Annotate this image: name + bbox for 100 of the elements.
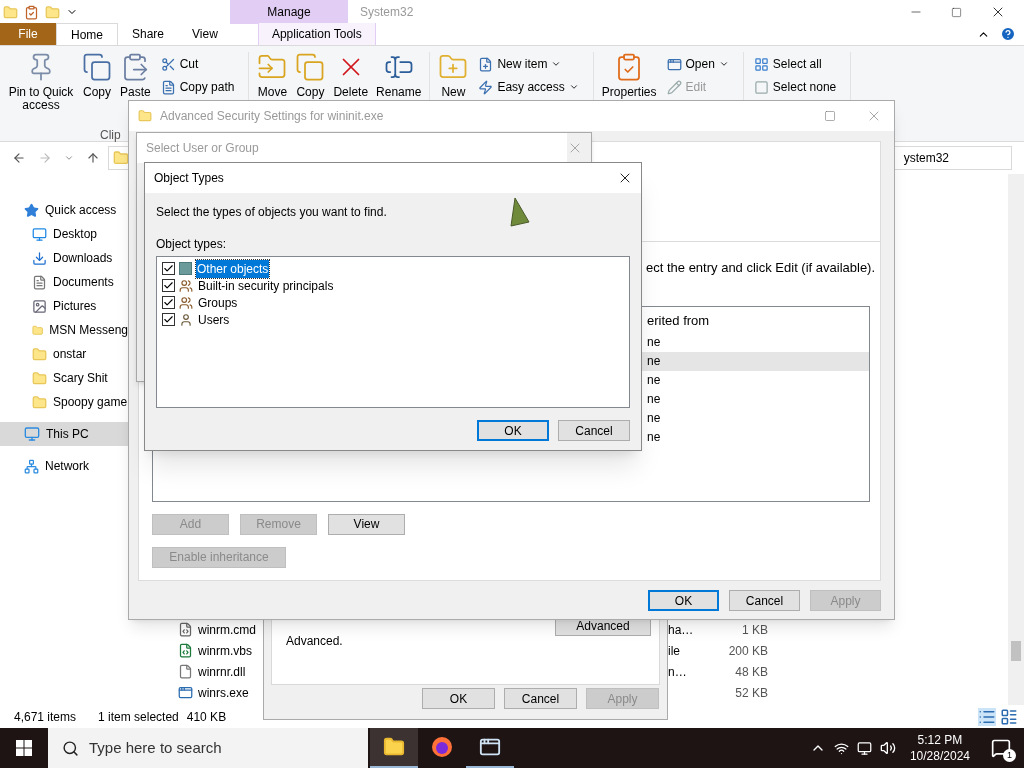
sidebar-item[interactable]: Spoopy game — [0, 390, 128, 414]
restore-icon[interactable] — [951, 6, 962, 18]
column-header: erited from — [647, 311, 710, 330]
sidebar-item[interactable]: Quick access — [0, 198, 128, 222]
help-icon[interactable] — [1000, 26, 1016, 42]
ribbon-button[interactable]: Easy access — [478, 77, 579, 97]
ribbon-button[interactable]: Paste — [118, 52, 153, 99]
ribbon-tab[interactable]: File — [0, 23, 56, 45]
list-label: Object types: — [155, 236, 228, 253]
file-type: n… — [668, 664, 687, 679]
clock[interactable]: 5:12 PM 10/28/2024 — [903, 732, 976, 764]
file-size: 1 KB — [742, 621, 768, 639]
sidebar-item[interactable]: MSN Messeng — [0, 318, 128, 342]
lightning-icon — [478, 79, 494, 95]
back-icon[interactable] — [12, 151, 26, 165]
windows-logo-icon[interactable] — [16, 740, 32, 756]
item-label: Users — [197, 311, 231, 329]
file-name[interactable]: winrnr.dll — [198, 662, 246, 681]
group-label: Clip — [100, 127, 121, 144]
search-field[interactable]: Type here to search — [48, 728, 368, 768]
monitor-icon[interactable] — [856, 740, 872, 756]
ribbon-tab[interactable]: View — [178, 23, 232, 45]
sidebar-item[interactable]: This PC — [0, 422, 128, 446]
ribbon-button[interactable]: Delete — [331, 52, 371, 99]
notification-count: 1 — [1003, 749, 1016, 762]
pencil-icon — [666, 79, 682, 95]
dialog-button[interactable]: OK — [477, 420, 549, 441]
network-icon[interactable] — [833, 740, 849, 756]
caret-icon — [568, 82, 579, 92]
folder-icon — [113, 150, 129, 166]
details-view-icon[interactable] — [978, 707, 996, 726]
taskbar-app[interactable] — [370, 728, 418, 768]
file-name[interactable]: winrm.vbs — [198, 641, 252, 660]
dialog-button[interactable]: OK — [648, 590, 719, 611]
ribbon-tab[interactable]: Share — [118, 23, 179, 45]
sidebar-item[interactable]: Downloads — [0, 246, 128, 270]
search-icon — [62, 739, 79, 757]
dialog-button[interactable]: OK — [422, 688, 495, 709]
checkbox[interactable] — [162, 279, 175, 292]
ribbon-button[interactable]: New item — [478, 54, 579, 74]
folder-icon — [32, 370, 47, 386]
users-icon — [179, 295, 193, 310]
sidebar-item[interactable]: Network — [0, 454, 128, 478]
ribbon-button[interactable]: Copy — [80, 52, 114, 99]
scissors-icon — [160, 56, 176, 72]
folder-icon — [138, 109, 152, 123]
ribbon-button[interactable]: Open — [666, 54, 729, 74]
folder-icon — [32, 346, 47, 362]
desktop-icon — [32, 226, 47, 242]
selection-info: 1 item selected — [98, 708, 179, 726]
copy-icon — [82, 52, 112, 82]
up-icon[interactable] — [86, 151, 100, 165]
dialog-button[interactable]: Cancel — [729, 590, 800, 611]
sidebar-item[interactable]: Documents — [0, 270, 128, 294]
checklist-icon[interactable] — [24, 4, 39, 20]
dialog-title: Select User or Group — [146, 140, 259, 157]
ribbon-button[interactable]: Properties — [599, 52, 659, 99]
ribbon-button[interactable]: Cut — [160, 54, 235, 74]
folder-icon — [383, 736, 405, 758]
ribbon-tab[interactable]: Application Tools — [257, 23, 376, 45]
checkbox[interactable] — [162, 313, 175, 326]
list-item[interactable]: Other objects — [162, 260, 629, 277]
file-name[interactable]: winrs.exe — [198, 683, 249, 702]
network-icon — [24, 458, 39, 474]
list-item[interactable]: Groups — [162, 294, 629, 311]
item-count: 4,671 items — [14, 708, 77, 726]
sidebar-item[interactable]: Desktop — [0, 222, 128, 246]
ribbon-button[interactable]: Copy path — [160, 77, 235, 97]
users-icon — [179, 278, 193, 293]
list-item[interactable]: Users — [162, 311, 629, 328]
ribbon-button[interactable]: Select all — [753, 54, 837, 74]
sidebar-item[interactable]: Scary Shit — [0, 366, 128, 390]
file-type: ha… — [668, 622, 694, 637]
tiles-view-icon[interactable] — [1000, 707, 1018, 726]
checkbox[interactable] — [162, 262, 175, 275]
window-icon — [479, 736, 501, 758]
check-icon — [163, 263, 174, 274]
ribbon-button[interactable]: Copy — [293, 52, 328, 99]
list-item[interactable]: Built-in security principals — [162, 277, 629, 294]
ribbon-button[interactable]: New — [436, 52, 471, 99]
ribbon-tab[interactable]: Home — [56, 23, 118, 45]
context-header: Manage — [230, 0, 348, 24]
window-title: System32 — [360, 4, 414, 21]
ribbon-button[interactable]: Select none — [753, 77, 837, 97]
file-name[interactable]: winrm.cmd — [198, 620, 256, 639]
dialog-button[interactable]: Cancel — [558, 420, 630, 441]
dialog-button[interactable]: View — [328, 513, 405, 535]
dialog-button[interactable]: Cancel — [504, 688, 577, 709]
file-plus-icon — [478, 56, 494, 72]
volume-icon[interactable] — [879, 740, 896, 756]
scrollbar[interactable] — [1008, 174, 1024, 705]
ribbon-button[interactable]: Rename — [374, 52, 424, 99]
sidebar-item[interactable]: onstar — [0, 342, 128, 366]
sidebar-item[interactable]: Pictures — [0, 294, 128, 318]
check-icon — [163, 280, 174, 291]
file-size: 52 KB — [735, 684, 768, 702]
dialog-title: Advanced Security Settings for wininit.exe — [160, 108, 384, 125]
checkbox[interactable] — [162, 296, 175, 309]
ribbon-button[interactable]: Pin to Quick access — [6, 52, 76, 112]
ribbon-button[interactable]: Move — [255, 52, 290, 99]
